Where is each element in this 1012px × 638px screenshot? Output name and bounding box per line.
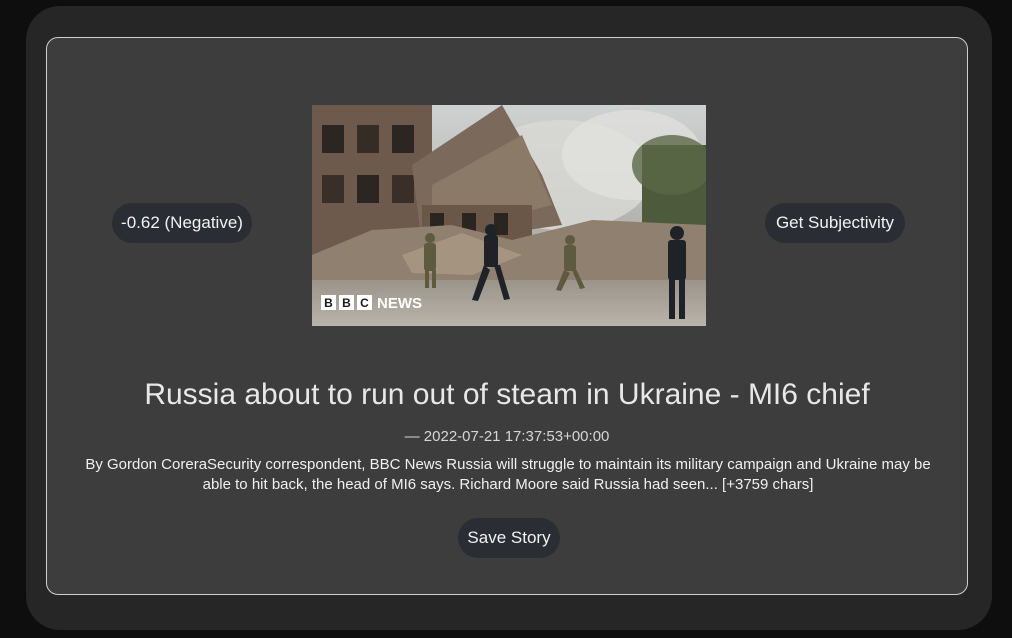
save-story-button[interactable]: Save Story: [458, 518, 560, 558]
logo-letter: B: [342, 296, 351, 310]
logo-word: NEWS: [377, 295, 422, 312]
story-description: By Gordon CoreraSecurity correspondent, …: [85, 456, 931, 493]
news-photo: B B C NEWS: [312, 105, 706, 326]
logo-letter: B: [324, 296, 333, 310]
logo-letter: C: [360, 296, 369, 310]
news-image: B B C NEWS: [312, 105, 706, 326]
sentiment-score-badge: -0.62 (Negative): [112, 203, 252, 243]
story-title: Russia about to run out of steam in Ukra…: [144, 378, 870, 411]
get-subjectivity-button[interactable]: Get Subjectivity: [765, 203, 905, 243]
story-date: — 2022-07-21 17:37:53+00:00: [404, 428, 610, 445]
